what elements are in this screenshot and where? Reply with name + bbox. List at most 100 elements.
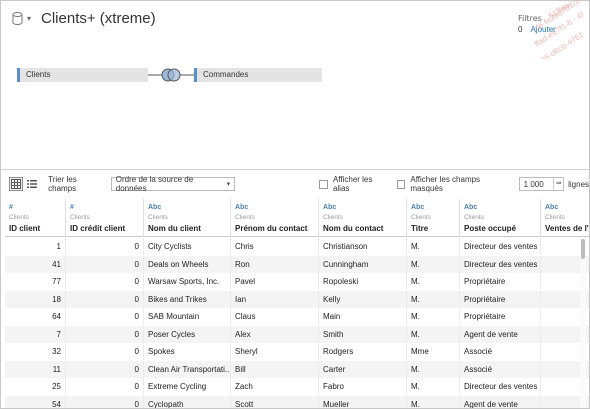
table-cell: M. — [407, 255, 460, 273]
table-cell: Sheryl — [231, 343, 319, 360]
table-cell: Clean Air Transportati... — [144, 360, 231, 378]
table-cell: Bill — [231, 360, 319, 378]
show-aliases-checkbox[interactable]: Afficher les alias — [319, 175, 388, 193]
table-cell: 0 — [66, 308, 144, 325]
column-header[interactable]: Abc Clients Prénom du contact — [231, 199, 319, 237]
table-cell: Spokes — [144, 343, 231, 360]
column-source: Clients — [70, 214, 90, 221]
column-header[interactable]: Abc Clients Nom du contact — [319, 199, 407, 237]
column-header[interactable]: Abc Clients Nom du client — [144, 199, 231, 237]
table-cell: Directeur des ventes — [460, 378, 541, 395]
table-cell: Pavel — [231, 273, 319, 290]
table-cell: Chris — [231, 238, 319, 255]
add-filter-link[interactable]: Ajouter — [530, 25, 555, 42]
table-row: 11 0 Clean Air Transportati... Bill Carter M.… — [5, 360, 589, 378]
field-type-icon[interactable]: # — [9, 204, 65, 212]
table-cell: Associé — [460, 360, 541, 378]
field-type-icon[interactable]: # — [70, 204, 143, 212]
table-cell: Rodgers — [319, 343, 407, 360]
column-source: Clients — [411, 214, 431, 221]
column-header[interactable]: Abc Clients Ventes de l'an — [541, 199, 589, 237]
column-source: Clients — [9, 214, 29, 221]
table-cell: 11 — [5, 360, 66, 378]
table-row: 54 0 Cyclopath Scott Mueller M. Agent de vente — [5, 395, 589, 408]
data-source-window: ▾ Clients+ (xtreme) Filtres 0 Ajouter 51… — [0, 0, 590, 409]
column-header[interactable]: Abc Clients Titre — [407, 199, 460, 237]
field-type-icon[interactable]: Abc — [323, 204, 406, 212]
arrow-right-icon[interactable]: ⇒ — [553, 178, 563, 190]
table-cell: 0 — [66, 290, 144, 308]
column-name[interactable]: ID client — [9, 224, 65, 233]
column-name[interactable]: Nom du client — [148, 224, 230, 233]
column-name[interactable]: Titre — [411, 224, 459, 233]
list-view-button[interactable] — [26, 177, 40, 191]
column-name[interactable]: Ventes de l'an — [545, 224, 589, 233]
column-source: Clients — [464, 214, 484, 221]
scrollbar-thumb[interactable] — [581, 239, 585, 259]
table-cell: Directeur des ventes — [460, 255, 541, 273]
column-header[interactable]: # Clients ID crédit client — [66, 199, 144, 237]
table-row: 7 0 Poser Cycles Alex Smith M. Agent de vente — [5, 325, 589, 343]
table-row: 64 0 SAB Mountain Claus Main M. Propriétaire — [5, 308, 589, 325]
rows-count-input[interactable]: 1 000 ⇒ — [518, 177, 565, 191]
table-cell: SAB Mountain — [144, 308, 231, 325]
chevron-down-icon[interactable]: ▾ — [27, 14, 31, 23]
field-type-icon[interactable]: Abc — [148, 204, 230, 212]
table-cell: 0 — [66, 238, 144, 255]
list-icon — [27, 180, 38, 188]
column-name[interactable]: Nom du contact — [323, 224, 406, 233]
relationship-join-icon[interactable] — [148, 67, 194, 83]
table-row: 18 0 Bikes and Trikes Ian Kelly M. Propriétair… — [5, 290, 589, 308]
table-cell: Christianson — [319, 238, 407, 255]
table-row: 32 0 Spokes Sheryl Rodgers Mme Associé — [5, 343, 589, 360]
table-cell: Kelly — [319, 290, 407, 308]
watermark-text: 51Baa7 — [547, 1, 576, 21]
table-commandes[interactable]: Commandes — [194, 68, 322, 82]
database-icon — [12, 12, 23, 25]
rows-count-value: 1 000 — [523, 179, 544, 189]
table-cell: 0 — [66, 360, 144, 378]
table-cell: Bikes and Trikes — [144, 290, 231, 308]
table-cell: M. — [407, 360, 460, 378]
chevron-down-icon: ▾ — [226, 181, 231, 188]
table-cell: 77 — [5, 273, 66, 290]
table-cell: M. — [407, 308, 460, 325]
column-name[interactable]: Poste occupé — [464, 224, 540, 233]
sort-order-select[interactable]: Ordre de la source de données ▾ — [110, 175, 236, 193]
field-type-icon[interactable]: Abc — [464, 204, 540, 212]
table-cell: Mueller — [319, 395, 407, 408]
column-header[interactable]: # Clients ID client — [5, 199, 66, 237]
table-cell: 64 — [5, 308, 66, 325]
filters-panel: Filtres 0 Ajouter — [518, 14, 556, 34]
table-clients[interactable]: Clients — [17, 68, 148, 82]
field-type-icon[interactable]: Abc — [545, 204, 589, 212]
data-source-title[interactable]: Clients+ (xtreme) — [41, 10, 156, 27]
vertical-scrollbar[interactable] — [580, 237, 586, 408]
table-row: 77 0 Warsaw Sports, Inc. Pavel Ropoleski M. Pr… — [5, 273, 589, 290]
title-row: ▾ Clients+ (xtreme) — [12, 10, 156, 27]
show-hidden-fields-checkbox[interactable]: Afficher les champs masqués — [396, 175, 511, 193]
table-cell: Fabro — [319, 378, 407, 395]
column-source: Clients — [323, 214, 343, 221]
table-cell: Ron — [231, 255, 319, 273]
grid-view-button[interactable] — [9, 177, 23, 191]
table-cell: Claus — [231, 308, 319, 325]
divider — [1, 169, 589, 170]
column-header[interactable]: Abc Clients Poste occupé — [460, 199, 541, 237]
table-cell: M. — [407, 378, 460, 395]
rows-label: lignes — [568, 179, 590, 189]
table-cell: Poser Cycles — [144, 325, 231, 343]
table-cell: Smith — [319, 325, 407, 343]
grid-icon — [10, 179, 21, 189]
table-cell: Associé — [460, 343, 541, 360]
table-cell: Agent de vente — [460, 325, 541, 343]
field-type-icon[interactable]: Abc — [411, 204, 459, 212]
checkbox-box — [396, 179, 406, 189]
field-type-icon[interactable]: Abc — [235, 204, 318, 212]
column-name[interactable]: ID crédit client — [70, 224, 143, 233]
grid-header: # Clients ID client # Clients ID crédit clien… — [5, 199, 589, 237]
column-name[interactable]: Prénom du contact — [235, 224, 318, 233]
data-grid: # Clients ID client # Clients ID crédit clien… — [5, 199, 589, 408]
table-cell: 0 — [66, 325, 144, 343]
show-aliases-label: Afficher les alias — [332, 175, 373, 193]
